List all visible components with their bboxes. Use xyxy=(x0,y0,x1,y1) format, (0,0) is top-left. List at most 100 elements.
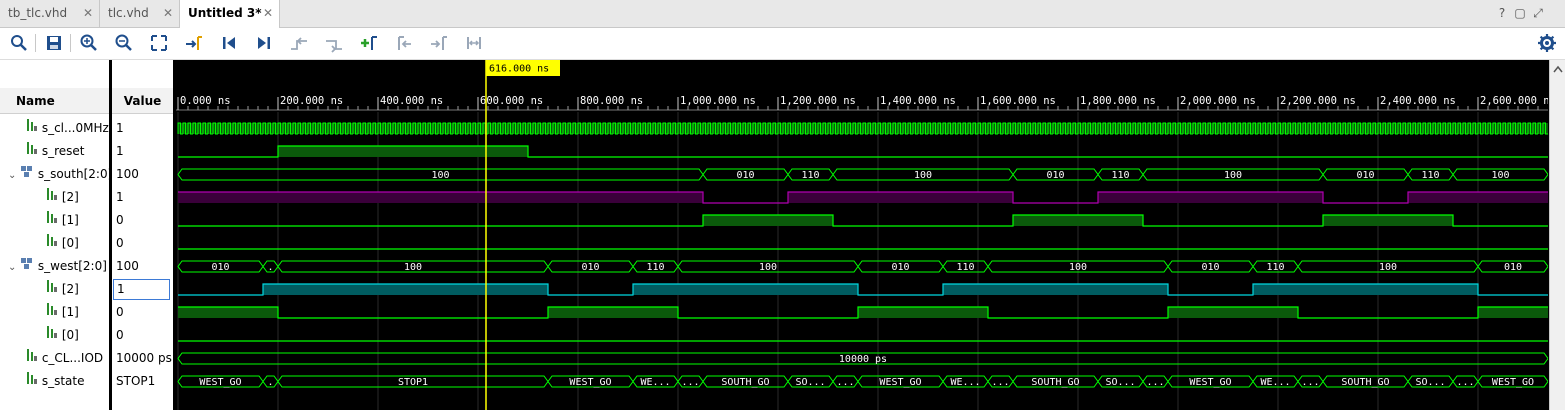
bus-segment: 010 xyxy=(1477,260,1548,273)
next-marker-icon[interactable] xyxy=(429,33,449,53)
bus-segment: ... xyxy=(677,375,704,388)
tab-label: tb_tlc.vhd xyxy=(8,6,68,20)
signal-value[interactable]: 100 xyxy=(116,163,139,186)
zoom-fit-icon[interactable] xyxy=(149,33,169,53)
high-level-fill xyxy=(1098,192,1323,203)
ruler-tick-label: 800.000 ns xyxy=(580,95,643,107)
waveform-row: WEST_GO. STOP1 WEST_GO WE...... SOUTH_GO SO..… xyxy=(177,375,1548,388)
restore-icon[interactable]: ▢ xyxy=(1513,6,1527,20)
ruler-tick-label: 2,600.000 ns xyxy=(1480,95,1548,107)
signal-icon xyxy=(26,370,38,393)
value-column-header[interactable]: Value xyxy=(112,88,173,114)
signal-value[interactable]: 100 xyxy=(116,255,139,278)
ruler-tick-label: 400.000 ns xyxy=(380,95,443,107)
signal-name: s_reset xyxy=(41,144,85,158)
signal-icon xyxy=(26,140,38,163)
signal-value[interactable]: 1 xyxy=(113,279,170,300)
search-icon[interactable] xyxy=(9,33,29,53)
vertical-scrollbar[interactable] xyxy=(1549,60,1565,410)
ruler-tick-label: 2,000.000 ns xyxy=(1180,95,1256,107)
signal-row[interactable]: [1] xyxy=(46,301,79,324)
signal-row[interactable]: [1] xyxy=(46,209,79,232)
signal-row[interactable]: [0] xyxy=(46,324,79,347)
bus-value-label: SO... xyxy=(795,377,825,388)
signal-row[interactable]: s_cl...0MHz xyxy=(26,117,109,140)
signal-value[interactable]: 0 xyxy=(116,301,124,324)
signal-name: [2] xyxy=(61,282,79,296)
bus-segment: ... xyxy=(1452,375,1479,388)
ruler-tick-label: 2,400.000 ns xyxy=(1380,95,1456,107)
signal-value[interactable]: STOP1 xyxy=(116,370,155,393)
bus-value-label: 100 xyxy=(1491,170,1509,181)
chevron-down-icon[interactable]: ⌄ xyxy=(8,164,20,187)
save-icon[interactable] xyxy=(44,33,64,53)
high-level-fill xyxy=(548,307,678,318)
go-to-last-time-icon[interactable] xyxy=(254,33,274,53)
next-transition-icon[interactable] xyxy=(324,33,344,53)
previous-transition-icon[interactable] xyxy=(289,33,309,53)
signal-value[interactable]: 1 xyxy=(116,140,124,163)
go-to-cursor-icon[interactable] xyxy=(184,33,204,53)
signal-value[interactable]: 1 xyxy=(116,186,124,209)
signal-row[interactable]: ⌄ s_south[2:0] xyxy=(8,163,112,186)
previous-marker-icon[interactable] xyxy=(394,33,414,53)
high-level-fill xyxy=(1013,215,1143,226)
signal-name: c_CL...IOD xyxy=(41,351,104,365)
signal-name: s_west[2:0] xyxy=(37,259,107,273)
waveform-plot[interactable]: 0.000 ns 200.000 ns 400.000 ns 600.000 ns 80… xyxy=(176,60,1548,410)
high-level-fill xyxy=(263,284,548,295)
scroll-up-icon[interactable] xyxy=(1550,60,1565,80)
high-level-fill xyxy=(278,146,528,157)
tab-tlc[interactable]: tlc.vhd ✕ xyxy=(100,0,180,27)
signal-icon xyxy=(46,209,58,232)
gear-icon[interactable] xyxy=(1537,33,1557,53)
bus-icon xyxy=(20,255,34,278)
bus-segment: 110 xyxy=(1407,168,1454,181)
tab-untitled-3[interactable]: Untitled 3* ✕ xyxy=(180,0,280,28)
swap-cursors-icon[interactable] xyxy=(464,33,484,53)
bus-value-label: 110 xyxy=(1111,170,1129,181)
high-level-fill xyxy=(943,284,1168,295)
bus-value-label: WEST_GO xyxy=(879,377,921,388)
tab-label: tlc.vhd xyxy=(108,6,149,20)
zoom-out-icon[interactable] xyxy=(114,33,134,53)
signal-row[interactable]: s_reset xyxy=(26,140,84,163)
signal-value[interactable]: 1 xyxy=(116,117,124,140)
bus-segment: WE... xyxy=(942,375,989,388)
help-icon[interactable]: ? xyxy=(1495,6,1509,20)
waveform-viewer: Name s_cl...0MHz s_reset ⌄ s_south[2:0] [… xyxy=(0,60,1565,410)
chevron-down-icon[interactable]: ⌄ xyxy=(8,256,20,279)
close-icon[interactable]: ✕ xyxy=(263,0,273,27)
bus-segment: 010 xyxy=(177,260,264,273)
signal-row[interactable]: [2] xyxy=(46,278,79,301)
bus-segment: 100 xyxy=(832,168,1014,181)
ruler-tick-label: 1,800.000 ns xyxy=(1080,95,1156,107)
time-ruler: 0.000 ns 200.000 ns 400.000 ns 600.000 ns 80… xyxy=(176,95,1548,111)
signal-name: s_south[2:0] xyxy=(37,167,113,181)
maximize-icon[interactable]: ⤢ xyxy=(1531,6,1545,20)
add-marker-icon[interactable] xyxy=(359,33,379,53)
name-column-header[interactable]: Name xyxy=(0,88,109,114)
waveform-toolbar xyxy=(0,28,1565,60)
signal-value[interactable]: 0 xyxy=(116,324,124,347)
bus-segment: ... xyxy=(832,375,859,388)
zoom-in-icon[interactable] xyxy=(79,33,99,53)
bus-value-label: ... xyxy=(1301,377,1319,388)
signal-value[interactable]: 0 xyxy=(116,209,124,232)
go-to-time-zero-icon[interactable] xyxy=(219,33,239,53)
signal-icon xyxy=(46,301,58,324)
bus-value-label: 100 xyxy=(431,170,449,181)
waveform-row xyxy=(177,122,1548,135)
signal-row[interactable]: c_CL...IOD xyxy=(26,347,103,370)
tab-tb-tlc[interactable]: tb_tlc.vhd ✕ xyxy=(0,0,100,27)
bus-value-label: SO... xyxy=(1105,377,1135,388)
signal-row[interactable]: [2] xyxy=(46,186,79,209)
signal-row[interactable]: s_state xyxy=(26,370,84,393)
signal-value[interactable]: 0 xyxy=(116,232,124,255)
signal-value[interactable]: 10000 ps xyxy=(116,347,172,370)
close-icon[interactable]: ✕ xyxy=(83,0,93,27)
signal-row[interactable]: [0] xyxy=(46,232,79,255)
bus-segment: WE... xyxy=(1252,375,1299,388)
close-icon[interactable]: ✕ xyxy=(163,0,173,27)
signal-row[interactable]: ⌄ s_west[2:0] xyxy=(8,255,107,278)
